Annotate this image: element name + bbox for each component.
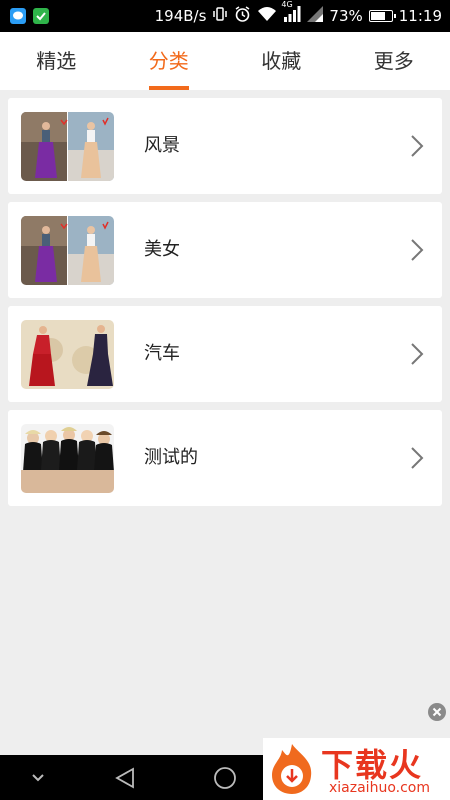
category-thumbnail: [21, 424, 114, 493]
chevron-right-icon: [411, 239, 424, 261]
back-icon: [115, 766, 134, 789]
home-button[interactable]: [195, 755, 255, 800]
tab-label: 分类: [148, 49, 189, 73]
hide-nav-button[interactable]: [8, 755, 68, 800]
tab-favorites[interactable]: 收藏: [225, 32, 338, 90]
category-label: 测试的: [144, 447, 198, 468]
chevron-right-icon: [411, 135, 424, 157]
wifi-icon: [257, 6, 277, 26]
chevron-right-icon: [411, 343, 424, 365]
watermark-url: xiazaihuo.com: [329, 780, 430, 796]
category-list: 风景 美女 汽车 测试的: [8, 98, 442, 514]
tab-label: 精选: [36, 49, 77, 73]
category-thumbnail: [21, 112, 114, 181]
tab-label: 收藏: [261, 49, 302, 73]
category-label: 汽车: [144, 343, 180, 364]
battery-icon: [368, 10, 396, 22]
watermark-logo: 下载火 xiazaihuo.com: [263, 738, 450, 800]
active-tab-indicator: [148, 86, 189, 90]
chat-app-icon: [10, 8, 26, 24]
home-icon: [214, 766, 236, 789]
network-speed: 194B/s: [154, 7, 207, 25]
category-item-test[interactable]: 测试的: [8, 410, 442, 506]
signal-icon-2: [307, 6, 324, 26]
category-item-beauty[interactable]: 美女: [8, 202, 442, 298]
category-label: 风景: [144, 135, 180, 156]
clock: 11:19: [398, 7, 442, 25]
vibrate-icon: [212, 6, 228, 26]
battery-percent: 73%: [329, 7, 363, 25]
category-thumbnail: [21, 320, 114, 389]
tab-featured[interactable]: 精选: [0, 32, 113, 90]
category-label: 美女: [144, 239, 180, 260]
flame-logo-icon: [272, 744, 312, 794]
status-bar: 194B/s 4G 73% 11:19: [0, 0, 450, 32]
tab-categories[interactable]: 分类: [113, 32, 226, 90]
category-item-cars[interactable]: 汽车: [8, 306, 442, 402]
chevron-down-icon: [32, 773, 44, 781]
network-type: 4G: [281, 0, 293, 9]
chevron-right-icon: [411, 447, 424, 469]
category-thumbnail: [21, 216, 114, 285]
tab-more[interactable]: 更多: [338, 32, 450, 90]
signal-icon: 4G: [281, 0, 301, 26]
wechat-app-icon: [33, 8, 49, 24]
close-icon: [432, 707, 442, 717]
back-button[interactable]: [95, 755, 155, 800]
tab-label: 更多: [373, 49, 414, 73]
tab-bar: 精选 分类 收藏 更多: [0, 32, 450, 90]
close-ad-button[interactable]: [428, 703, 446, 721]
alarm-icon: [234, 5, 251, 27]
category-item-scenery[interactable]: 风景: [8, 98, 442, 194]
